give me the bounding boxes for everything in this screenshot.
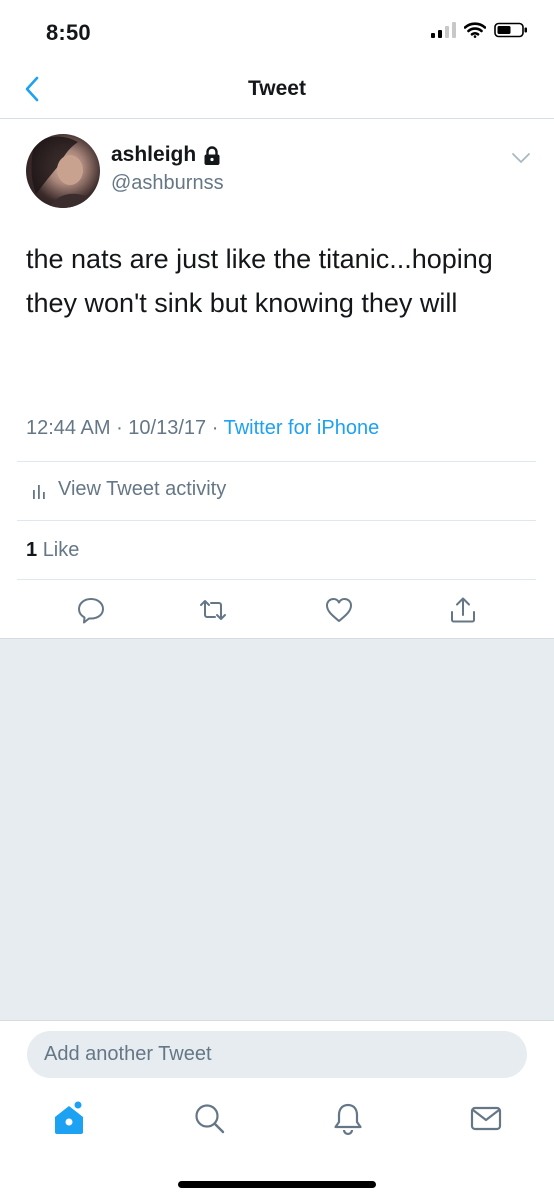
tweet-text: the nats are just like the titanic...hop…	[26, 244, 493, 318]
chevron-down-icon[interactable]	[511, 151, 531, 165]
user-name[interactable]: ashleigh	[111, 143, 196, 167]
compose-placeholder: Add another Tweet	[44, 1043, 212, 1065]
retweet-icon[interactable]	[198, 595, 228, 625]
navigation-bar: Tweet	[0, 60, 554, 119]
status-bar: 8:50	[0, 0, 554, 60]
home-icon[interactable]	[51, 1100, 87, 1136]
status-time: 8:50	[46, 20, 91, 45]
like-icon[interactable]	[324, 595, 354, 625]
tweet-date: 10/13/17	[128, 417, 207, 439]
tweet-actions	[0, 585, 554, 637]
page-title: Tweet	[248, 77, 306, 100]
cellular-signal-icon	[431, 22, 456, 38]
home-indicator[interactable]	[178, 1181, 376, 1188]
user-handle[interactable]: @ashburnss	[111, 172, 224, 195]
like-count-value: 1	[26, 539, 38, 561]
likes-count[interactable]: 1 Like	[26, 539, 79, 562]
search-icon[interactable]	[191, 1100, 227, 1136]
battery-icon	[494, 22, 527, 38]
activity-label: View Tweet activity	[58, 478, 227, 500]
divider	[17, 579, 536, 580]
avatar[interactable]	[26, 134, 100, 208]
messages-icon[interactable]	[468, 1100, 504, 1136]
add-tweet-input[interactable]: Add another Tweet	[27, 1031, 527, 1078]
tweet-source-link[interactable]: Twitter for iPhone	[224, 417, 380, 439]
reply-icon[interactable]	[76, 595, 106, 625]
empty-replies-area	[0, 638, 554, 1021]
tweet-metadata: 12:44 AM · 10/13/17 · Twitter for iPhone	[26, 417, 380, 439]
share-icon[interactable]	[448, 595, 478, 625]
view-tweet-activity-button[interactable]: View Tweet activity	[32, 478, 226, 501]
like-count-label: Like	[42, 539, 80, 561]
analytics-icon	[33, 484, 45, 499]
divider	[17, 520, 536, 521]
tweet-time: 12:44 AM	[26, 417, 111, 439]
wifi-icon	[464, 22, 486, 38]
lock-icon	[204, 146, 220, 165]
notifications-icon[interactable]	[330, 1100, 366, 1136]
divider	[17, 461, 536, 462]
